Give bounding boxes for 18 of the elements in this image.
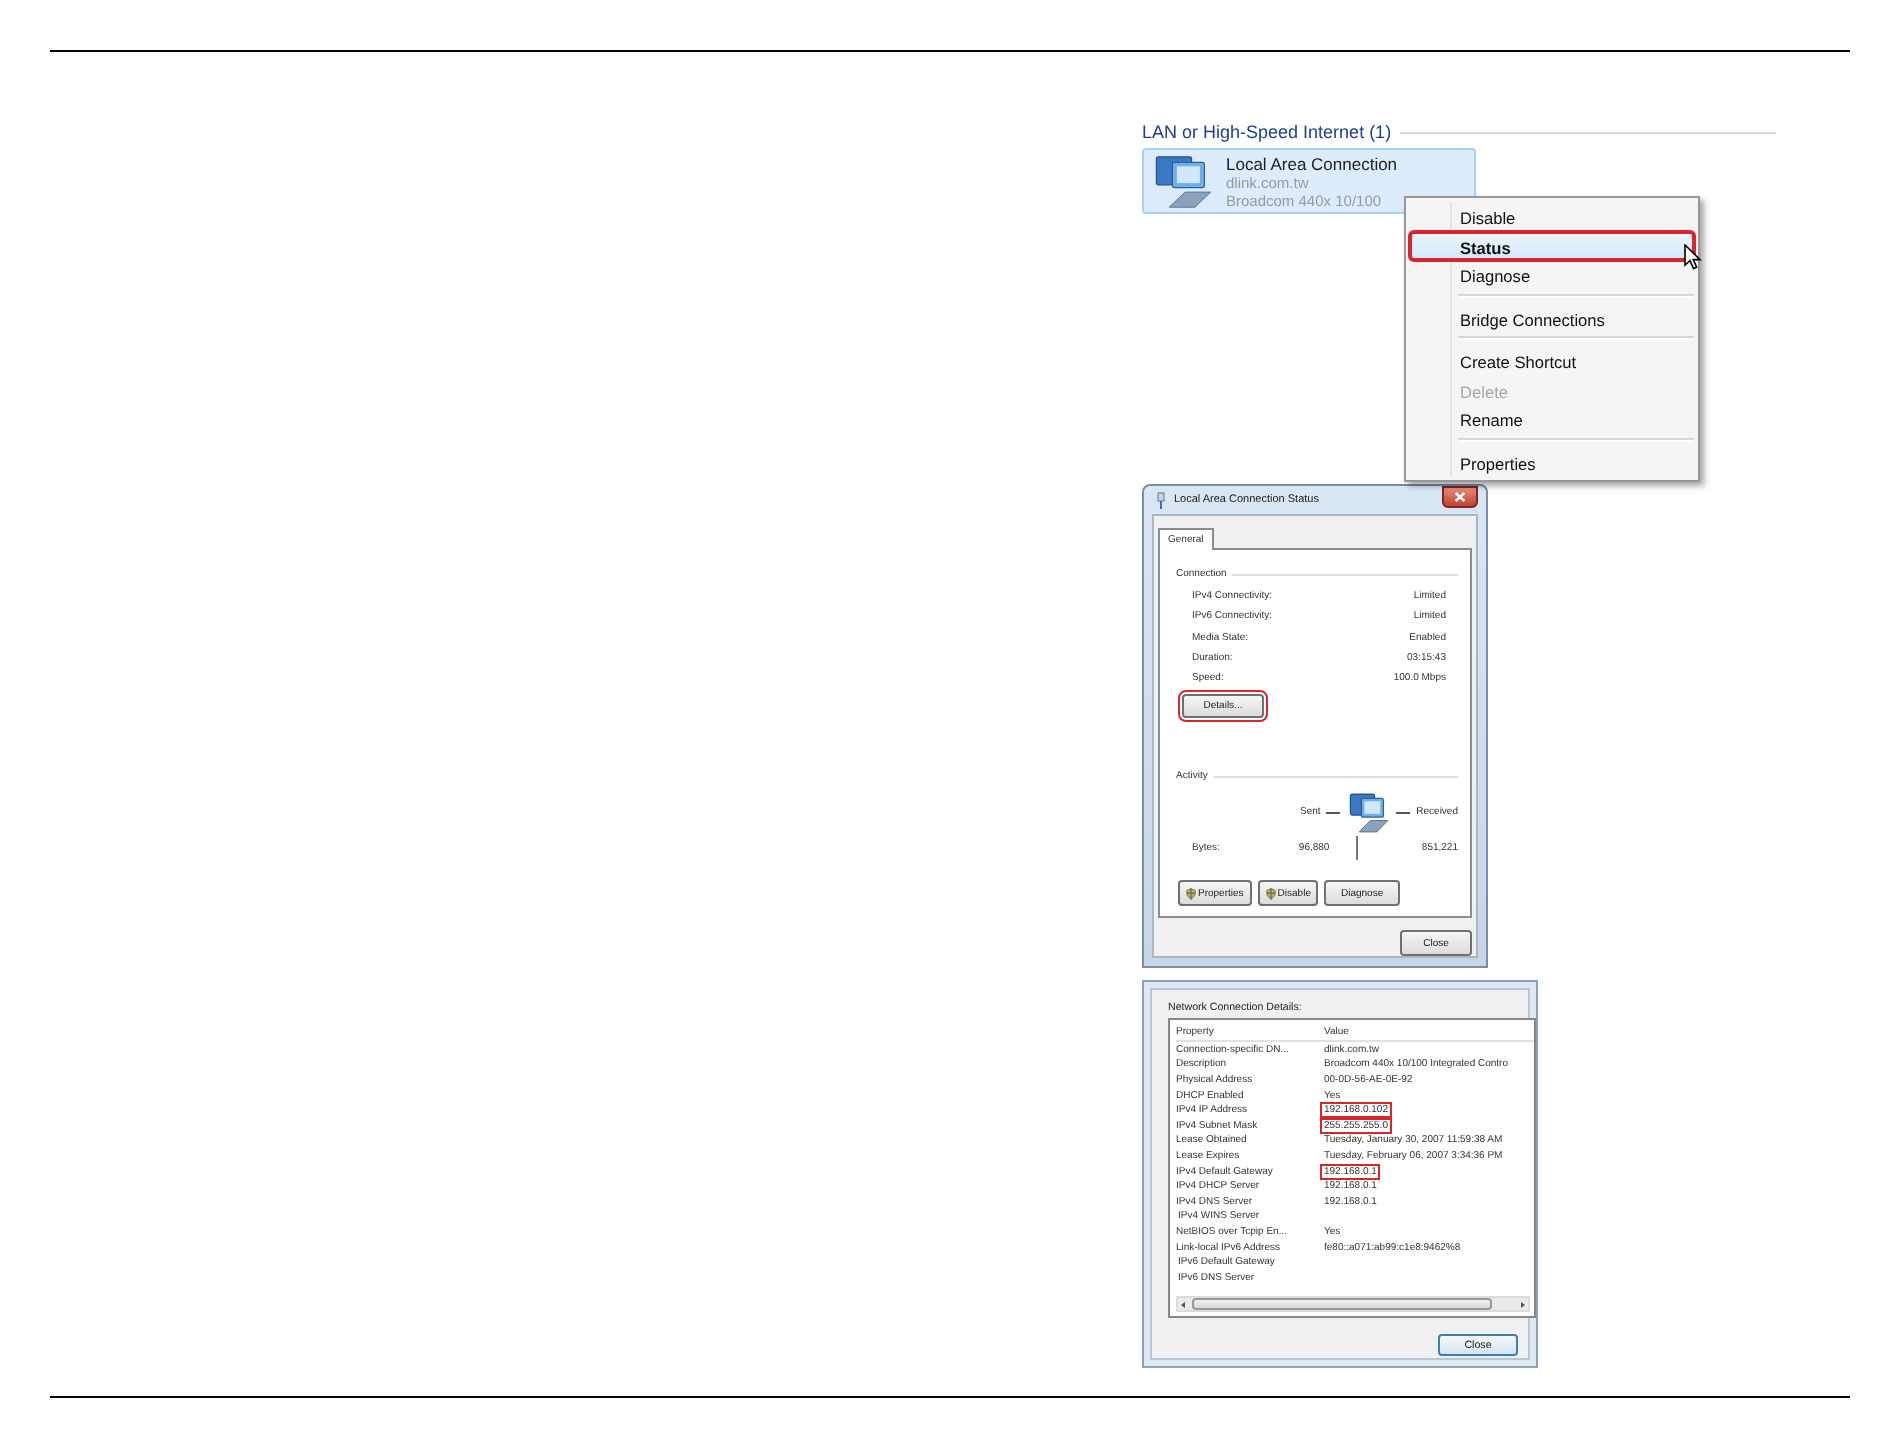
scroll-left-icon [1178, 1299, 1188, 1309]
network-cable-icon [1154, 491, 1168, 509]
connection-name: Local Area Connection [1226, 155, 1398, 173]
menu-item[interactable]: Diagnose [1410, 260, 1694, 289]
menu-item[interactable]: Status [1410, 231, 1694, 260]
network-computer-icon [1346, 791, 1391, 834]
menu-item[interactable]: Bridge Connections [1410, 303, 1694, 332]
close-icon [1454, 492, 1466, 502]
menu-item[interactable]: Rename [1410, 404, 1694, 433]
horizontal-scrollbar[interactable] [1176, 1296, 1530, 1312]
shield-icon [1186, 887, 1196, 900]
shield-icon [1265, 887, 1276, 900]
network-computer-icon [1150, 153, 1214, 209]
group-header: LAN or High-Speed Internet (1) [1142, 122, 1392, 142]
close-button[interactable] [1442, 486, 1478, 508]
menu-item[interactable]: Properties [1410, 447, 1694, 476]
menu-item[interactable]: Create Shortcut [1410, 346, 1694, 375]
scroll-right-icon [1518, 1299, 1528, 1309]
